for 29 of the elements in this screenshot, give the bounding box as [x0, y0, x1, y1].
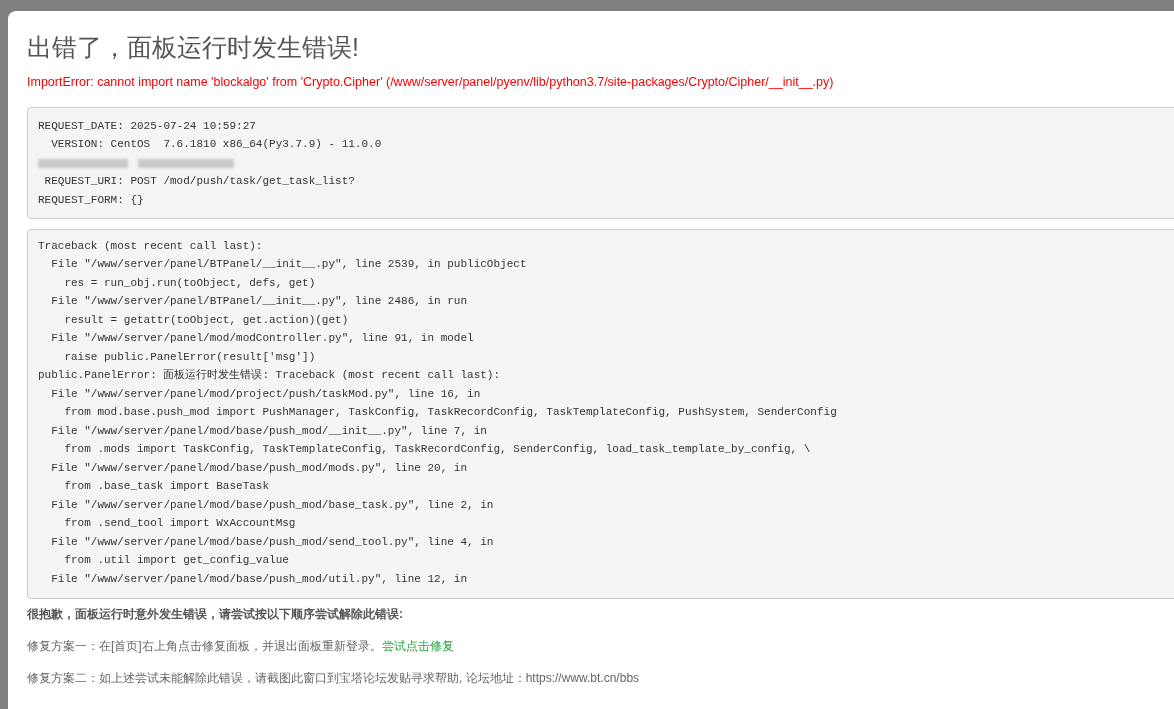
traceback-line: from .util import get_config_value: [63, 553, 289, 569]
traceback-line: result = getattr(toObject, get.action)(get): [63, 312, 349, 328]
request-info-line: REQUEST_FORM: {}: [38, 192, 144, 208]
fix-text: 修复方案二：如上述尝试未能解除此错误，请截图此窗口到宝塔论坛发贴寻求帮助, 论坛地址：https://www.bt.cn/bbs: [27, 670, 640, 685]
traceback-line: File "/www/server/panel/mod/project/push/taskMod.py", line 16, in: [50, 386, 481, 402]
traceback-line: File "/www/server/panel/mod/base/push_mod/util.py", line 12, in: [50, 571, 468, 587]
traceback-line: File "/www/server/panel/mod/modController.py", line 91, in model: [50, 331, 474, 347]
repair-link[interactable]: 尝试点击修复: [381, 638, 454, 653]
traceback-line: from .base_task import BaseTask: [63, 479, 270, 495]
traceback-line: res = run_obj.run(toObject, defs, get): [63, 275, 316, 291]
traceback-line: File "/www/server/panel/mod/base/push_mod/base_task.py", line 2, in: [50, 497, 494, 513]
request-info-line: REQUEST_DATE: 2025-07-24 10:59:27: [38, 118, 256, 134]
traceback-line: File "/www/server/panel/BTPanel/__init__.py", line 2486, in run: [50, 294, 468, 310]
request-info-line: REQUEST_URI: POST /mod/push/task/get_task_list?: [43, 174, 355, 190]
traceback-line: File "/www/server/panel/BTPanel/__init__.py", line 2539, in publicObject: [50, 257, 527, 273]
traceback-line: File "/www/server/panel/mod/base/push_mod/__init__.py", line 7, in: [50, 423, 487, 439]
error-message: ImportError: cannot import name 'blockalgo' from 'Crypto.Cipher' (/www/server/panel/pyenv/lib/python3.7/site-packages/Crypto/Cipher/__init__.py): [27, 74, 835, 91]
traceback-line: from mod.base.push_mod import PushManager, TaskConfig, TaskRecordConfig, TaskTemplateConfig, PushSystem, SenderConfig: [63, 405, 837, 421]
help-heading: 很抱歉，面板运行时意外发生错误，请尝试按以下顺序尝试解除此错误:: [27, 605, 404, 623]
traceback-line: File "/www/server/panel/mod/base/push_mod/mods.py", line 20, in: [50, 460, 468, 476]
traceback-line: public.PanelError: 面板运行时发生错误: Traceback (most recent call last):: [38, 368, 501, 384]
request-info-line: VERSION: CentOS 7.6.1810 x86_64(Py3.7.9) - 11.0.0: [50, 137, 382, 153]
traceback-line: Traceback (most recent call last):: [38, 238, 263, 254]
traceback-line: from .send_tool import WxAccountMsg: [63, 516, 296, 532]
traceback-line: from .mods import TaskConfig, TaskTemplateConfig, TaskRecordConfig, SenderConfig, load_task_template_by_config, \: [63, 442, 811, 458]
traceback-line: raise public.PanelError(result['msg']): [63, 349, 316, 365]
fix-text: 修复方案一：在[首页]右上角点击修复面板，并退出面板重新登录。: [27, 638, 382, 653]
dialog-title: 出错了，面板运行时发生错误!: [27, 32, 360, 63]
traceback-line: File "/www/server/panel/mod/base/push_mod/send_tool.py", line 4, in: [50, 534, 494, 550]
